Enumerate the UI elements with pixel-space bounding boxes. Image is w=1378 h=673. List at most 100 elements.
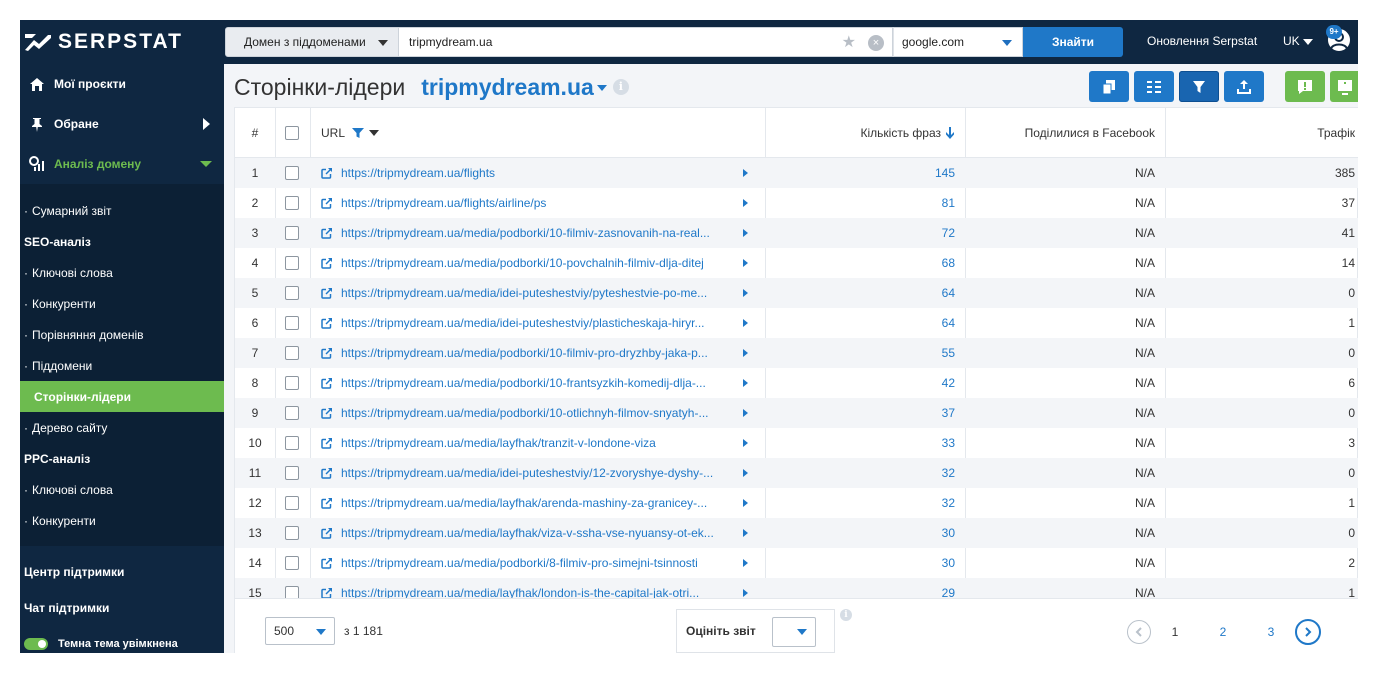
sidebar-item-subdomains[interactable]: · Піддомени bbox=[20, 350, 224, 381]
toggle-switch[interactable] bbox=[24, 638, 48, 650]
row-phrases-count[interactable]: 81 bbox=[765, 188, 955, 218]
row-checkbox[interactable] bbox=[285, 316, 299, 330]
dark-theme-toggle[interactable]: Темна тема увімкнена bbox=[20, 626, 224, 653]
row-expand-arrow[interactable] bbox=[743, 398, 753, 428]
column-header-url[interactable]: URL bbox=[321, 108, 380, 158]
row-url-link[interactable]: https://tripmydream.ua/media/idei-putesh… bbox=[341, 466, 713, 480]
external-link-icon[interactable] bbox=[321, 377, 333, 389]
row-expand-arrow[interactable] bbox=[743, 218, 753, 248]
external-link-icon[interactable] bbox=[321, 467, 333, 479]
support-chat-link[interactable]: Чат підтримки bbox=[20, 590, 224, 626]
row-phrases-count[interactable]: 37 bbox=[765, 398, 955, 428]
row-checkbox[interactable] bbox=[285, 406, 299, 420]
row-expand-arrow[interactable] bbox=[743, 578, 753, 598]
sidebar-item-top-pages[interactable]: Сторінки-лідери bbox=[20, 381, 224, 412]
row-url-link[interactable]: https://tripmydream.ua/media/podborki/10… bbox=[341, 406, 708, 420]
row-phrases-count[interactable]: 64 bbox=[765, 278, 955, 308]
external-link-icon[interactable] bbox=[321, 527, 333, 539]
row-phrases-count[interactable]: 30 bbox=[765, 518, 955, 548]
rate-report-select[interactable] bbox=[772, 617, 816, 647]
sidebar-item-ppc-competitors[interactable]: · Конкуренти bbox=[20, 505, 224, 536]
row-expand-arrow[interactable] bbox=[743, 368, 753, 398]
row-phrases-count[interactable]: 68 bbox=[765, 248, 955, 278]
search-engine-select[interactable]: google.com bbox=[893, 27, 1023, 57]
prev-page-button[interactable] bbox=[1127, 620, 1151, 644]
external-link-icon[interactable] bbox=[321, 347, 333, 359]
row-phrases-count[interactable]: 145 bbox=[765, 158, 955, 188]
external-link-icon[interactable] bbox=[321, 317, 333, 329]
row-checkbox[interactable] bbox=[285, 346, 299, 360]
row-url-link[interactable]: https://tripmydream.ua/media/layfhak/tra… bbox=[341, 436, 656, 450]
sidebar-item-summary[interactable]: · Сумарний звіт bbox=[20, 195, 224, 226]
row-checkbox[interactable] bbox=[285, 436, 299, 450]
row-expand-arrow[interactable] bbox=[743, 338, 753, 368]
page-domain-selector[interactable]: tripmydream.ua bbox=[421, 74, 594, 101]
page-number-current[interactable]: 1 bbox=[1151, 625, 1199, 639]
clear-icon[interactable]: × bbox=[868, 35, 884, 51]
row-checkbox[interactable] bbox=[285, 166, 299, 180]
row-expand-arrow[interactable] bbox=[743, 278, 753, 308]
page-number[interactable]: 3 bbox=[1247, 625, 1295, 639]
search-input[interactable]: tripmydream.ua ★ × bbox=[399, 27, 893, 57]
external-link-icon[interactable] bbox=[321, 587, 333, 598]
sidebar-item-ppc-keywords[interactable]: · Ключові слова bbox=[20, 474, 224, 505]
info-icon[interactable]: i bbox=[840, 609, 852, 621]
row-url-link[interactable]: https://tripmydream.ua/flights/airline/p… bbox=[341, 196, 546, 210]
column-header-traffic[interactable]: Трафік bbox=[1165, 108, 1355, 158]
row-url-link[interactable]: https://tripmydream.ua/media/layfhak/lon… bbox=[341, 586, 699, 598]
row-phrases-count[interactable]: 32 bbox=[765, 488, 955, 518]
row-url-link[interactable]: https://tripmydream.ua/media/idei-putesh… bbox=[341, 316, 705, 330]
row-url-link[interactable]: https://tripmydream.ua/media/podborki/10… bbox=[341, 256, 704, 270]
column-header-phrases[interactable]: Кількість фраз bbox=[765, 108, 955, 158]
column-header-facebook[interactable]: Поділилися в Facebook bbox=[965, 108, 1155, 158]
row-phrases-count[interactable]: 32 bbox=[765, 458, 955, 488]
per-page-select[interactable]: 500 bbox=[265, 617, 335, 645]
columns-button[interactable] bbox=[1134, 71, 1174, 102]
export-button[interactable] bbox=[1224, 71, 1264, 102]
row-expand-arrow[interactable] bbox=[743, 428, 753, 458]
domain-mode-select[interactable]: Домен з піддоменами bbox=[225, 27, 399, 57]
filter-icon[interactable] bbox=[351, 127, 365, 139]
row-expand-arrow[interactable] bbox=[743, 188, 753, 218]
row-expand-arrow[interactable] bbox=[743, 308, 753, 338]
row-checkbox[interactable] bbox=[285, 256, 299, 270]
row-checkbox[interactable] bbox=[285, 556, 299, 570]
external-link-icon[interactable] bbox=[321, 437, 333, 449]
sort-desc-icon[interactable] bbox=[945, 126, 955, 140]
row-phrases-count[interactable]: 72 bbox=[765, 218, 955, 248]
support-center-link[interactable]: Центр підтримки bbox=[20, 554, 224, 590]
row-url-link[interactable]: https://tripmydream.ua/media/podborki/10… bbox=[341, 346, 708, 360]
sidebar-item-domain-comparison[interactable]: · Порівняння доменів bbox=[20, 319, 224, 350]
row-checkbox[interactable] bbox=[285, 586, 299, 598]
chevron-down-icon[interactable] bbox=[596, 85, 607, 91]
row-checkbox[interactable] bbox=[285, 526, 299, 540]
row-expand-arrow[interactable] bbox=[743, 248, 753, 278]
row-checkbox[interactable] bbox=[285, 376, 299, 390]
row-checkbox[interactable] bbox=[285, 286, 299, 300]
row-url-link[interactable]: https://tripmydream.ua/media/layfhak/viz… bbox=[341, 526, 714, 540]
sidebar-item-seo-competitors[interactable]: · Конкуренти bbox=[20, 288, 224, 319]
external-link-icon[interactable] bbox=[321, 407, 333, 419]
row-expand-arrow[interactable] bbox=[743, 488, 753, 518]
row-checkbox[interactable] bbox=[285, 226, 299, 240]
updates-link[interactable]: Оновлення Serpstat bbox=[1147, 34, 1257, 48]
row-url-link[interactable]: https://tripmydream.ua/flights bbox=[341, 166, 495, 180]
row-expand-arrow[interactable] bbox=[743, 458, 753, 488]
select-all-checkbox[interactable] bbox=[285, 126, 299, 140]
notifications-badge[interactable]: 9+ bbox=[1326, 25, 1342, 39]
row-url-link[interactable]: https://tripmydream.ua/media/podborki/8-… bbox=[341, 556, 698, 570]
row-phrases-count[interactable]: 55 bbox=[765, 338, 955, 368]
row-url-link[interactable]: https://tripmydream.ua/media/podborki/10… bbox=[341, 226, 710, 240]
sidebar-item-site-tree[interactable]: · Дерево сайту bbox=[20, 412, 224, 443]
external-link-icon[interactable] bbox=[321, 197, 333, 209]
row-checkbox[interactable] bbox=[285, 496, 299, 510]
external-link-icon[interactable] bbox=[321, 227, 333, 239]
feedback-button[interactable] bbox=[1285, 71, 1325, 102]
row-expand-arrow[interactable] bbox=[743, 518, 753, 548]
next-page-button[interactable] bbox=[1295, 619, 1321, 645]
external-link-icon[interactable] bbox=[321, 557, 333, 569]
external-link-icon[interactable] bbox=[321, 257, 333, 269]
copy-button[interactable] bbox=[1089, 71, 1129, 102]
info-icon[interactable]: i bbox=[612, 79, 629, 95]
external-link-icon[interactable] bbox=[321, 287, 333, 299]
